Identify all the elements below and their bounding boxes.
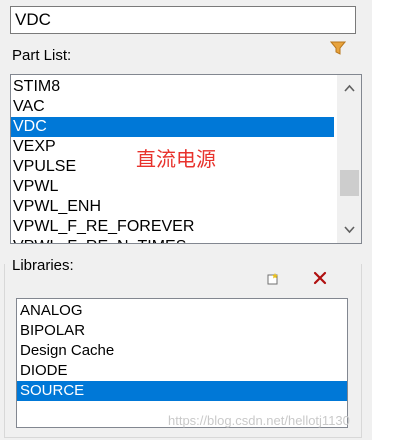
annotation-text: 直流电源 bbox=[136, 147, 216, 171]
new-library-icon[interactable] bbox=[266, 272, 280, 286]
delete-icon[interactable] bbox=[312, 270, 328, 286]
place-part-panel: Part List: STIM8VACVDCVEXPVPULSEVPWLVPWL… bbox=[0, 0, 405, 440]
part-search-input[interactable] bbox=[10, 6, 356, 34]
library-item[interactable]: ANALOG bbox=[17, 301, 347, 321]
library-item[interactable]: BIPOLAR bbox=[17, 321, 347, 341]
part-list-item[interactable]: VPWL_F_RE_N_TIMES bbox=[11, 237, 334, 243]
library-item[interactable]: SOURCE bbox=[17, 381, 347, 401]
scrollbar-thumb[interactable] bbox=[340, 170, 359, 196]
part-list-item[interactable]: STIM8 bbox=[11, 77, 334, 97]
part-list-item[interactable]: VPWL_ENH bbox=[11, 197, 334, 217]
library-item[interactable]: DIODE bbox=[17, 361, 347, 381]
libraries-label: Libraries: bbox=[12, 257, 76, 274]
scroll-up-arrow-icon[interactable] bbox=[338, 77, 361, 99]
watermark-text: https://blog.csdn.net/hellotj1130 bbox=[168, 413, 350, 428]
part-list-label: Part List: bbox=[12, 47, 72, 64]
library-item[interactable]: Design Cache bbox=[17, 341, 347, 361]
part-list-item[interactable]: VDC bbox=[11, 117, 334, 137]
filter-icon[interactable] bbox=[329, 40, 347, 56]
panel-right-edge bbox=[372, 0, 405, 440]
part-list-item[interactable]: VAC bbox=[11, 97, 334, 117]
scroll-down-arrow-icon[interactable] bbox=[338, 219, 361, 241]
part-list-scrollbar[interactable] bbox=[337, 75, 361, 243]
libraries-list[interactable]: ANALOG BIPOLAR Design Cache DIODE SOURCE bbox=[16, 298, 348, 428]
part-list-item[interactable]: VPWL bbox=[11, 177, 334, 197]
part-list-item[interactable]: VPWL_F_RE_FOREVER bbox=[11, 217, 334, 237]
